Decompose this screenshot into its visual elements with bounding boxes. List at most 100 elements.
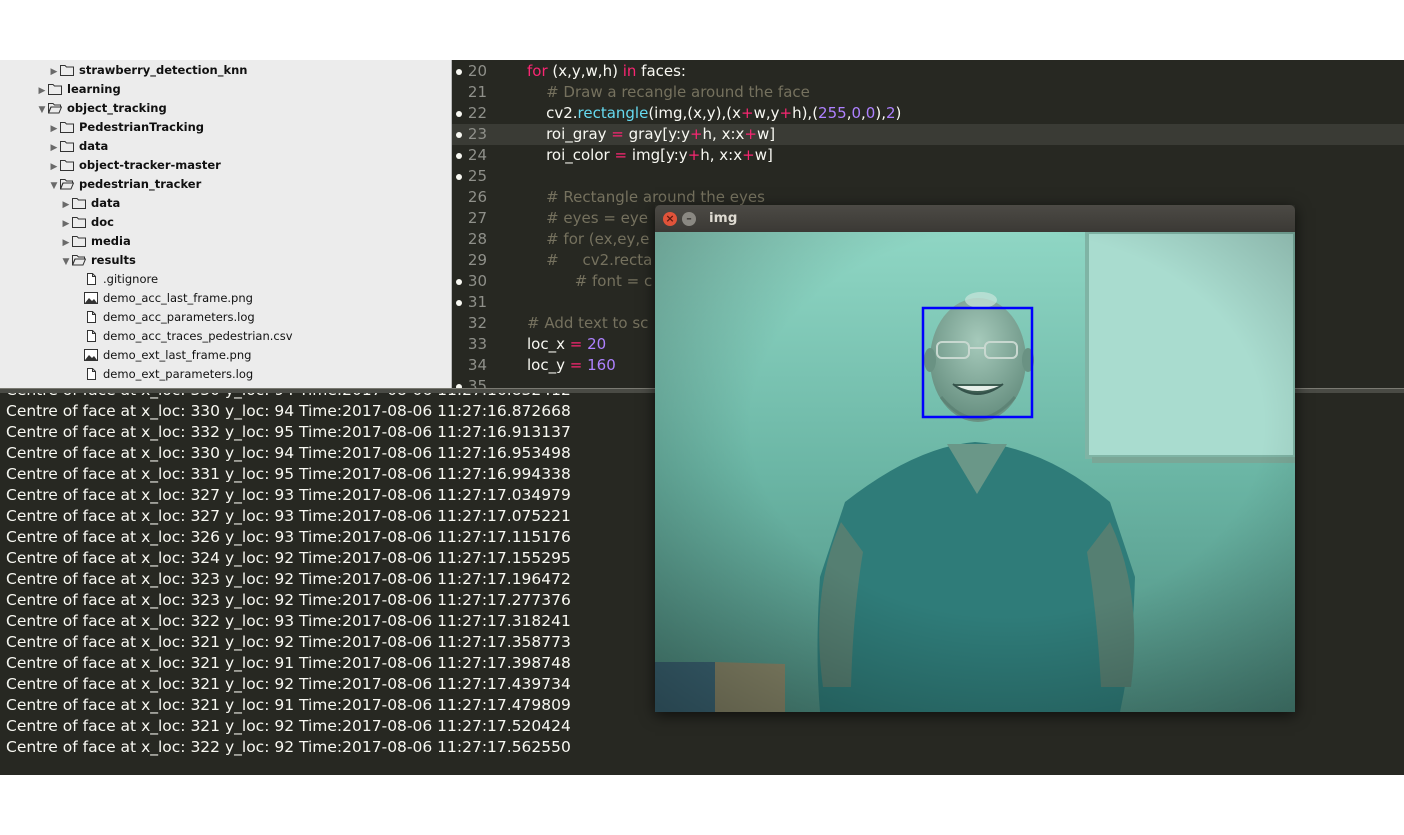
code-text: cv2.rectangle(img,(x,y),(x+w,y+h),(255,0… — [527, 103, 901, 124]
code-token: + — [689, 125, 703, 143]
code-token: h, x:x — [700, 146, 743, 164]
code-line[interactable]: 23 roi_gray = gray[y:y+h, x:x+w] — [452, 124, 1404, 145]
line-number: 28 — [467, 230, 487, 248]
line-number: 30 — [467, 272, 487, 290]
tree-item[interactable]: demo_acc_parameters.log — [72, 308, 255, 327]
tree-item-label: media — [91, 234, 131, 248]
folder-open-icon — [71, 253, 87, 266]
tree-item[interactable]: demo_acc_last_frame.png — [72, 289, 253, 308]
image-window-title: img — [709, 210, 738, 226]
code-text: # eyes = eye — [527, 208, 648, 229]
tree-item-label: learning — [67, 82, 121, 96]
close-window-button[interactable]: × — [663, 212, 677, 226]
code-text: # for (ex,ey,e — [527, 229, 649, 250]
code-text: loc_y = 160 — [527, 355, 616, 376]
console-line: Centre of face at x_loc: 330 y_loc: 94 T… — [6, 393, 571, 401]
code-token: roi_gray — [527, 125, 612, 143]
code-token: in — [622, 62, 637, 80]
tree-item[interactable]: ▶ strawberry_detection_knn — [48, 61, 248, 80]
console-line: Centre of face at x_loc: 330 y_loc: 94 T… — [6, 444, 571, 462]
console-line: Centre of face at x_loc: 321 y_loc: 92 T… — [6, 633, 571, 651]
console-line: Centre of face at x_loc: 322 y_loc: 93 T… — [6, 612, 571, 630]
console-line: Centre of face at x_loc: 327 y_loc: 93 T… — [6, 486, 571, 504]
tree-item[interactable]: ▶ doc — [60, 213, 114, 232]
tree-item[interactable]: demo_acc_traces_pedestrian.csv — [72, 327, 293, 346]
folder-icon — [60, 63, 74, 76]
tree-item-label: data — [79, 139, 109, 153]
tree-item-label: demo_ext_parameters.log — [103, 367, 254, 381]
tree-item[interactable]: ▶ PedestrianTracking — [48, 118, 204, 137]
code-token: 0 — [865, 104, 876, 122]
code-line[interactable]: 24 roi_color = img[y:y+h, x:x+w] — [452, 145, 1404, 166]
code-text: # Draw a recangle around the face — [527, 82, 810, 103]
tree-item[interactable]: ▼ object_tracking — [36, 99, 167, 118]
code-token: faces: — [636, 62, 686, 80]
folder-icon — [72, 234, 86, 247]
code-line[interactable]: 25 — [452, 166, 1404, 187]
folder-icon — [72, 215, 86, 228]
console-line: Centre of face at x_loc: 321 y_loc: 92 T… — [6, 675, 571, 693]
opencv-image-window[interactable]: × – img — [655, 205, 1295, 712]
file-icon — [84, 329, 98, 342]
console-line: Centre of face at x_loc: 322 y_loc: 92 T… — [6, 738, 571, 756]
tree-item[interactable]: ▶ learning — [36, 80, 121, 99]
line-number: 32 — [467, 314, 487, 332]
code-token: w] — [754, 146, 773, 164]
file-icon — [84, 367, 98, 380]
line-number: 35 — [467, 377, 487, 388]
tree-item[interactable]: ▶ object-tracker-master — [48, 156, 221, 175]
code-token: (x,y,w,h) — [547, 62, 623, 80]
tree-item-label: object_tracking — [67, 101, 167, 115]
tree-item[interactable]: ▶ data — [60, 194, 121, 213]
code-token: ) — [895, 104, 902, 122]
line-number: 25 — [467, 167, 487, 185]
code-token: cv2. — [527, 104, 578, 122]
chevron-down-icon[interactable]: ▼ — [36, 101, 48, 120]
console-line: Centre of face at x_loc: 323 y_loc: 92 T… — [6, 591, 571, 609]
chevron-down-icon[interactable]: ▼ — [60, 253, 72, 272]
folder-icon — [72, 196, 86, 209]
line-number: 29 — [467, 251, 487, 269]
tree-item[interactable]: ▶ media — [60, 232, 131, 251]
line-number: 33 — [467, 335, 487, 353]
code-token: w,y — [753, 104, 780, 122]
code-token: loc_x — [527, 335, 570, 353]
code-token: # Rectangle around the eyes — [546, 188, 765, 206]
tree-item[interactable]: ▼ results — [60, 251, 136, 270]
chevron-down-icon[interactable]: ▼ — [48, 177, 60, 196]
tree-item[interactable]: demo_ext_last_frame.png — [72, 346, 251, 365]
code-text: roi_gray = gray[y:y+h, x:x+w] — [527, 124, 775, 145]
folder-icon — [60, 158, 74, 171]
image-file-icon — [84, 291, 98, 304]
tree-item-label: PedestrianTracking — [79, 120, 205, 134]
code-text: for (x,y,w,h) in faces: — [527, 61, 686, 82]
code-line[interactable]: 21 # Draw a recangle around the face — [452, 82, 1404, 103]
file-tree-sidebar[interactable]: ▶ strawberry_detection_knn ▶ learning ▼ objec… — [0, 60, 452, 388]
tree-item[interactable]: ▶ data — [48, 137, 109, 156]
code-token: h),( — [792, 104, 819, 122]
code-token: + — [742, 146, 755, 164]
console-line: Centre of face at x_loc: 330 y_loc: 94 T… — [6, 402, 571, 420]
code-token: gray[y:y — [623, 125, 690, 143]
tree-item[interactable]: .gitignore — [72, 270, 158, 289]
tree-item-label: demo_acc_last_frame.png — [103, 291, 253, 305]
line-number: 23 — [467, 125, 487, 143]
code-token: roi_color — [527, 146, 615, 164]
tree-item-label: demo_acc_traces_pedestrian.csv — [103, 329, 293, 343]
tree-item-label: strawberry_detection_knn — [79, 63, 248, 77]
code-token: # Draw a recangle around the face — [546, 83, 810, 101]
tree-item[interactable]: ▼ pedestrian_tracker — [48, 175, 202, 196]
minimize-window-button[interactable]: – — [682, 212, 696, 226]
code-line[interactable]: 20 for (x,y,w,h) in faces: — [452, 61, 1404, 82]
code-token: img[y:y — [627, 146, 688, 164]
code-token: # for (ex,ey,e — [546, 230, 650, 248]
tree-item[interactable]: demo_ext_parameters.log — [72, 365, 253, 384]
vignette — [655, 232, 1295, 712]
image-window-titlebar[interactable]: × – img — [655, 205, 1295, 232]
code-token: loc_y — [527, 356, 570, 374]
code-text: loc_x = 20 — [527, 334, 606, 355]
code-line[interactable]: 22 cv2.rectangle(img,(x,y),(x+w,y+h),(25… — [452, 103, 1404, 124]
